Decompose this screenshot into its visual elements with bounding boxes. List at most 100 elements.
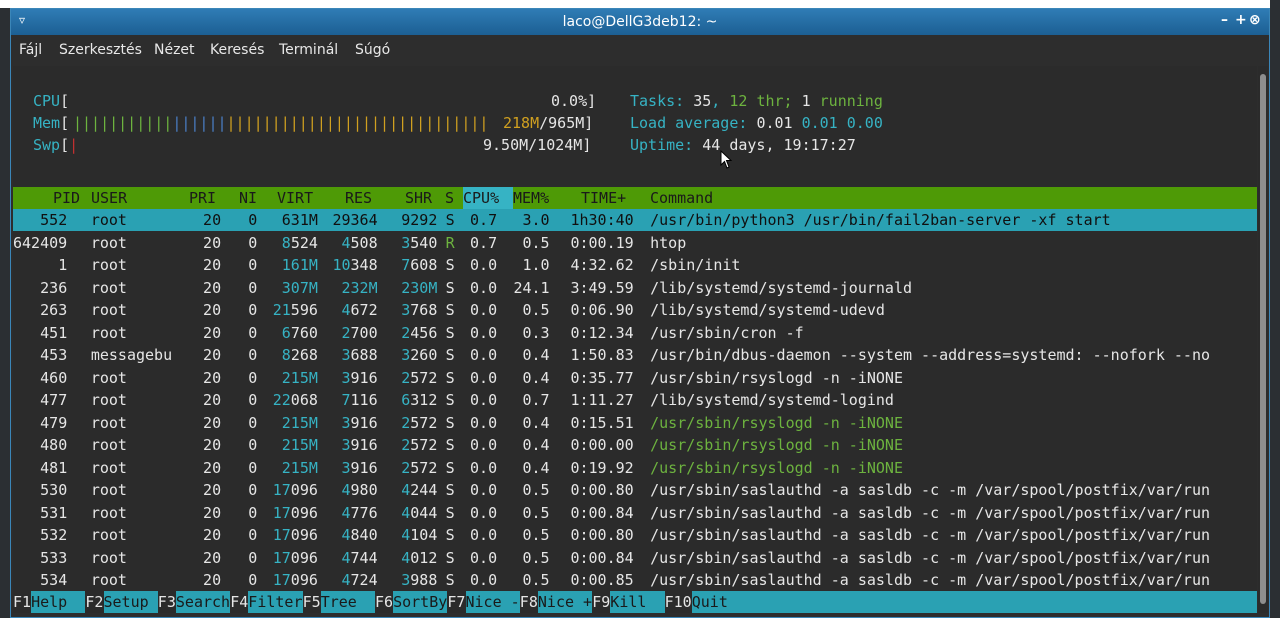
process-user: root: [90, 323, 127, 342]
process-state: R: [445, 233, 455, 252]
process-virt: 215M: [281, 436, 318, 454]
col-command[interactable]: Command: [650, 187, 713, 209]
swap-meter-value: 9.50M/1024M]: [483, 136, 592, 154]
process-row[interactable]: 642409 root 20 0 8524 4508 3540 R 0.7 0.5 0:00.19 h…: [13, 232, 1257, 254]
fkey-label-f6[interactable]: SortBy: [393, 591, 448, 613]
process-pid: 552: [40, 211, 68, 229]
fkey-f10[interactable]: F10: [664, 591, 692, 613]
process-pri: 20: [203, 346, 222, 364]
col-time[interactable]: TIME+: [581, 187, 626, 209]
menu-terminal[interactable]: Terminál: [279, 42, 338, 58]
terminal-content[interactable]: CPU[ 0.0%] Mem[ ||||||||||||||||||||||||…: [13, 66, 1257, 613]
menu-view[interactable]: Nézet: [154, 42, 195, 58]
col-ni[interactable]: NI: [239, 187, 257, 209]
process-state: S: [445, 301, 455, 319]
close-button[interactable]: ⊗: [1249, 12, 1261, 28]
menu-edit[interactable]: Szerkesztés: [59, 42, 142, 58]
fkey-label-f5[interactable]: Tree: [320, 591, 375, 613]
menu-search[interactable]: Keresés: [210, 42, 264, 58]
process-state: S: [445, 436, 455, 454]
process-virt: 161M: [281, 256, 318, 274]
fkey-f2[interactable]: F2: [85, 591, 104, 613]
col-state[interactable]: S: [445, 187, 454, 209]
process-row[interactable]: 236 root 20 0 307M 232M 230M S 0.0 24.1 3:49.59/li…: [13, 277, 1257, 299]
process-command: /usr/sbin/rsyslogd -n -iNONE: [650, 368, 903, 387]
col-pri[interactable]: PRI: [189, 187, 216, 209]
process-mem: 0.4: [522, 346, 550, 364]
fkey-label-f7[interactable]: Nice -: [465, 591, 520, 613]
process-pid: 481: [40, 458, 68, 477]
menu-file[interactable]: Fájl: [19, 42, 42, 58]
process-pri: 20: [203, 436, 222, 454]
process-row[interactable]: 533 root 20 0 17096 4744 4012 S 0.0 0.5 0:00.84/us…: [13, 547, 1257, 569]
title-bar[interactable]: ▿ laco@DellG3deb12: ~ – + ⊗: [11, 9, 1269, 35]
fkey-label-f8[interactable]: Nice +: [537, 591, 593, 613]
fkey-f1[interactable]: F1: [13, 591, 32, 613]
fkey-f3[interactable]: F3: [157, 591, 176, 613]
process-row[interactable]: 479 root 20 0 215M 3916 2572 S 0.0 0.4 0:15.51/usr…: [13, 412, 1257, 434]
maximize-button[interactable]: +: [1235, 12, 1247, 28]
fkey-label-f2[interactable]: Setup: [103, 591, 158, 613]
process-row[interactable]: 534 root 20 0 17096 4724 3988 S 0.0 0.5 0:00.85/us…: [13, 569, 1257, 591]
process-pid: 263: [40, 301, 68, 319]
menu-bar: Fájl Szerkesztés Nézet Keresés Terminál …: [11, 35, 1269, 65]
process-virt: 6760: [281, 323, 318, 342]
desktop-background-right: [1270, 0, 1280, 618]
process-user: messagebu: [90, 346, 173, 364]
process-row[interactable]: 1 root 20 0 161M 10348 7608 S 0.0 1.0 4:32.62/sbin…: [13, 254, 1257, 276]
fkey-label-f10[interactable]: Quit: [691, 591, 1257, 613]
fkey-f7[interactable]: F7: [447, 591, 466, 613]
fkey-f9[interactable]: F9: [592, 591, 611, 613]
fkey-label-f9[interactable]: Kill: [610, 591, 665, 613]
col-shr[interactable]: SHR: [405, 187, 432, 209]
process-time: 0:35.77: [570, 368, 634, 387]
process-command: /usr/sbin/cron -f: [650, 323, 804, 342]
minimize-button[interactable]: –: [1221, 12, 1228, 28]
fkey-f8[interactable]: F8: [519, 591, 538, 613]
process-ni: 0: [248, 503, 258, 522]
col-res[interactable]: RES: [345, 187, 372, 209]
col-pid[interactable]: PID: [53, 187, 80, 209]
process-row[interactable]: 453 messagebu 20 0 8268 3688 3260 S 0.0 0.4 1:50.8…: [13, 344, 1257, 366]
process-row[interactable]: 481 root 20 0 215M 3916 2572 S 0.0 0.4 0:19.92/usr…: [13, 457, 1257, 479]
scrollbar[interactable]: [1258, 66, 1268, 613]
process-ni: 0: [248, 323, 258, 342]
process-pid: 532: [40, 526, 68, 544]
process-ni: 0: [248, 571, 258, 589]
process-virt: 17096: [272, 503, 318, 522]
process-res: 4840: [341, 526, 378, 544]
fkey-f6[interactable]: F6: [375, 591, 394, 613]
fkey-label-f3[interactable]: Search: [175, 591, 231, 613]
col-virt[interactable]: VIRT: [277, 187, 313, 209]
process-row[interactable]: 531 root 20 0 17096 4776 4044 S 0.0 0.5 0:00.84/us…: [13, 502, 1257, 524]
process-row[interactable]: 460 root 20 0 215M 3916 2572 S 0.0 0.4 0:35.77/usr…: [13, 367, 1257, 389]
menu-help[interactable]: Súgó: [355, 42, 390, 58]
process-user: root: [90, 413, 127, 432]
col-mem[interactable]: MEM%: [513, 187, 549, 209]
process-row[interactable]: 480 root 20 0 215M 3916 2572 S 0.0 0.4 0:00.00/usr…: [13, 434, 1257, 456]
process-ni: 0: [248, 368, 258, 387]
process-pid: 642409: [13, 233, 68, 252]
fkey-f5[interactable]: F5: [302, 591, 321, 613]
mem-meter-bar: ||||||||||||||||||||||||||||||||||||||||…: [73, 114, 489, 132]
fkey-label-f1[interactable]: Help: [31, 591, 86, 613]
fkey-f4[interactable]: F4: [230, 591, 249, 613]
scrollbar-thumb[interactable]: [1260, 74, 1266, 604]
col-cpu[interactable]: CPU%: [463, 187, 513, 209]
process-user: root: [90, 458, 127, 477]
process-row[interactable]: 477 root 20 0 22068 7116 6312 S 0.0 0.7 1:11.27/li…: [13, 389, 1257, 411]
fkey-label-f4[interactable]: Filter: [248, 591, 303, 613]
process-state: S: [445, 571, 455, 589]
process-row[interactable]: 263 root 20 0 21596 4672 3768 S 0.0 0.5 0:06.90/li…: [13, 299, 1257, 321]
process-time: 4:32.62: [570, 256, 634, 274]
process-row[interactable]: 532 root 20 0 17096 4840 4104 S 0.0 0.5 0:00.80/us…: [13, 524, 1257, 546]
process-user: root: [90, 503, 127, 522]
swap-meter-label: Swp[|: [33, 136, 79, 154]
process-row[interactable]: 530 root 20 0 17096 4980 4244 S 0.0 0.5 0:00.80/us…: [13, 479, 1257, 501]
process-virt: 8268: [281, 346, 318, 364]
process-row[interactable]: 451 root 20 0 6760 2700 2456 S 0.0 0.3 0:12.34/usr…: [13, 322, 1257, 344]
process-time: 0:15.51: [570, 413, 634, 432]
process-row[interactable]: 552 root 20 0 631M 29364 9292 S 0.7 3.0 1h30:40/us…: [13, 209, 1257, 231]
col-user[interactable]: USER: [91, 187, 127, 209]
process-state: S: [445, 346, 455, 364]
